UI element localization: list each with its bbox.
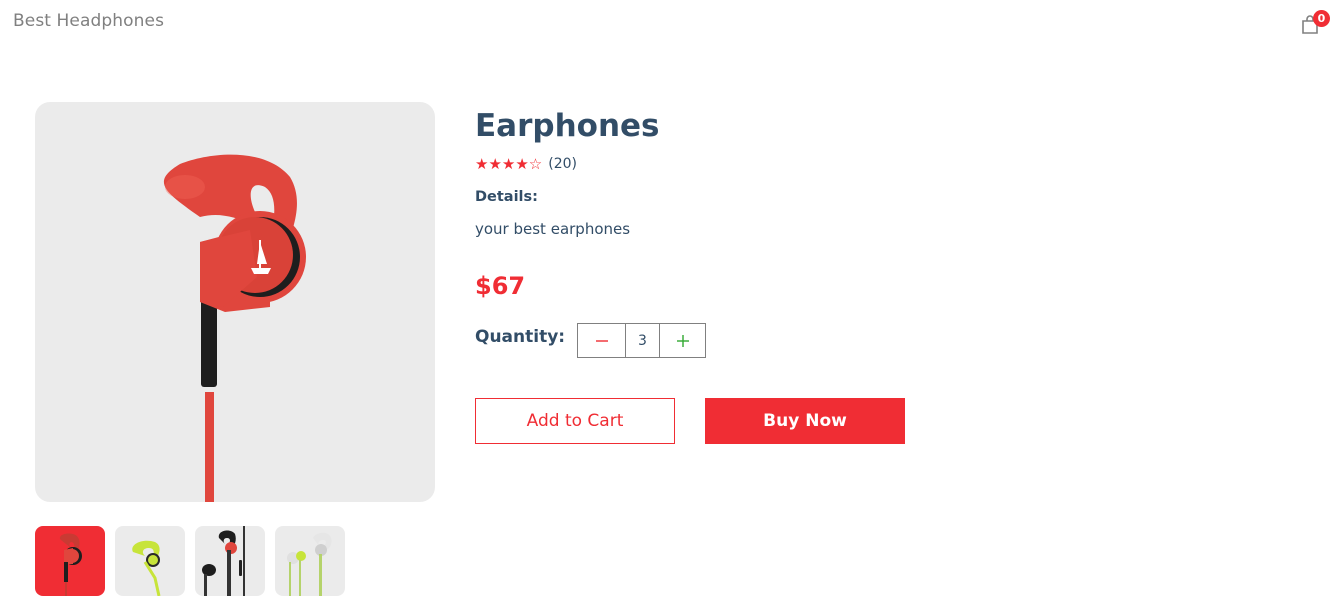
quantity-value: 3 [626, 324, 660, 357]
quantity-stepper: 3 [577, 323, 706, 358]
cart-count-badge: 0 [1313, 10, 1330, 27]
rating-stars-icon: ★★★★☆ [475, 155, 543, 173]
quantity-label: Quantity: [475, 327, 566, 347]
buy-now-button[interactable]: Buy Now [705, 398, 905, 444]
product-main-image [35, 102, 435, 502]
product-description: your best earphones [475, 220, 631, 238]
navbar: Best Headphones 0 [0, 0, 1344, 46]
plus-icon [676, 334, 689, 347]
product-rating: ★★★★☆ (20) [475, 155, 577, 173]
thumbnail-black-red-earphones[interactable] [195, 526, 265, 596]
thumbnail-lime-earphone[interactable] [115, 526, 185, 596]
thumbnail-red-earphone[interactable] [35, 526, 105, 596]
increase-quantity-button[interactable] [660, 324, 705, 357]
minus-icon [595, 339, 608, 342]
product-price: $67 [475, 272, 526, 300]
product-title: Earphones [475, 108, 660, 144]
details-heading: Details: [475, 189, 538, 205]
rating-count: (20) [548, 156, 577, 172]
cart-button[interactable]: 0 [1296, 10, 1332, 40]
logo[interactable]: Best Headphones [13, 11, 164, 31]
thumbnail-white-green-earphones[interactable] [275, 526, 345, 596]
add-to-cart-button[interactable]: Add to Cart [475, 398, 675, 444]
decrease-quantity-button[interactable] [578, 324, 626, 357]
